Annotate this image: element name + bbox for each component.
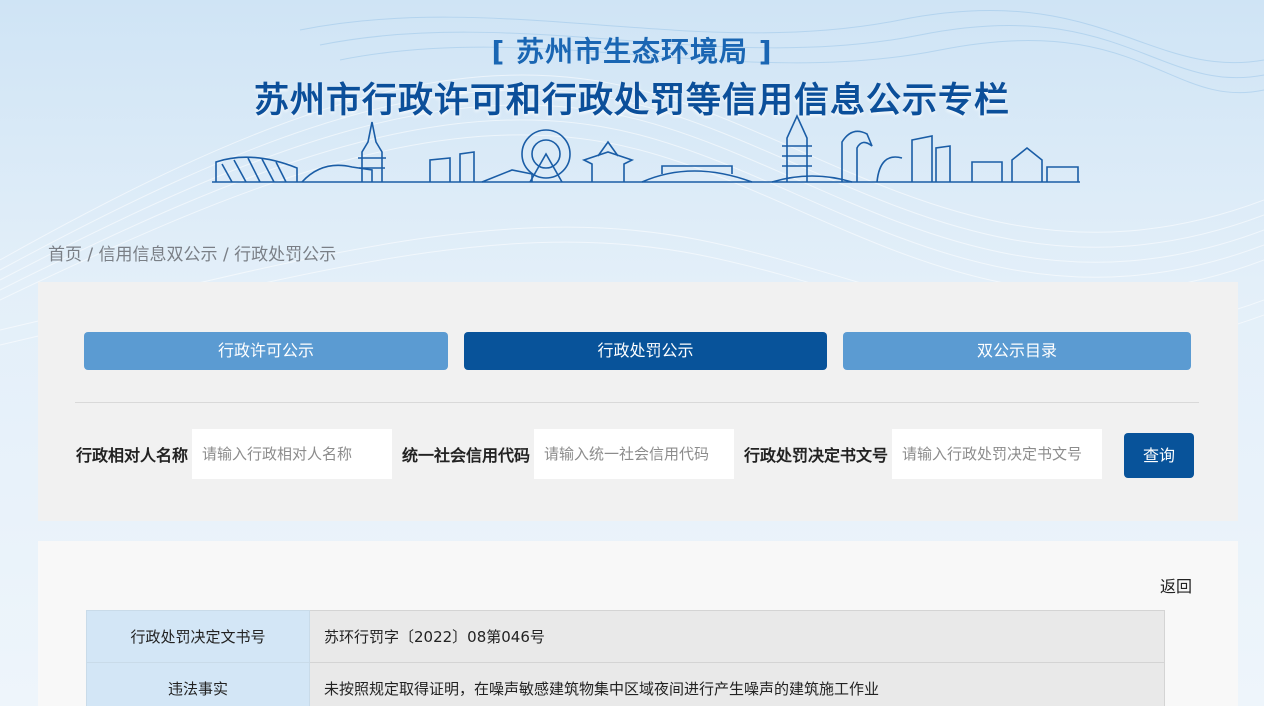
breadcrumb-section-link[interactable]: 信用信息双公示 [99,245,218,265]
back-link[interactable]: 返回 [1160,573,1192,597]
credit-code-input[interactable] [534,429,734,479]
row-value: 苏环行罚字〔2022〕08第046号 [309,610,1165,663]
breadcrumb-separator: / [82,245,99,265]
row-key: 行政处罚决定文书号 [86,610,310,663]
row-key: 违法事实 [86,662,310,706]
table-row: 违法事实 未按照规定取得证明，在噪声敏感建筑物集中区域夜间进行产生噪声的建筑施工… [86,662,1165,706]
tab-administrative-penalty[interactable]: 行政处罚公示 [464,332,827,370]
credit-code-label: 统一社会信用代码 [402,446,531,465]
page: [ 苏州市生态环境局 ] 苏州市行政许可和行政处罚等信用信息公示专栏 首页 / … [0,0,1264,706]
row-value: 未按照规定取得证明，在噪声敏感建筑物集中区域夜间进行产生噪声的建筑施工作业 [309,662,1165,706]
party-name-input[interactable] [192,429,392,479]
penalty-detail-panel: 返回 行政处罚决定文书号 苏环行罚字〔2022〕08第046号 违法事实 未按照… [38,541,1238,706]
breadcrumb: 首页 / 信用信息双公示 / 行政处罚公示 [48,240,336,265]
breadcrumb-home-link[interactable]: 首页 [48,245,82,265]
tab-dual-publicity-catalog[interactable]: 双公示目录 [843,332,1191,370]
breadcrumb-separator: / [217,245,235,265]
party-name-label: 行政相对人名称 [76,446,189,465]
city-skyline-graphic [212,114,1080,183]
breadcrumb-current: 行政处罚公示 [234,245,337,265]
department-name: [ 苏州市生态环境局 ] [491,35,773,68]
table-row: 行政处罚决定文书号 苏环行罚字〔2022〕08第046号 [86,610,1165,663]
search-button[interactable]: 查询 [1124,433,1194,478]
penalty-info-table: 行政处罚决定文书号 苏环行罚字〔2022〕08第046号 违法事实 未按照规定取… [86,610,1165,706]
decision-number-label: 行政处罚决定书文号 [744,446,889,465]
decision-number-input[interactable] [892,429,1102,479]
panel-divider [75,402,1199,403]
tab-administrative-permission[interactable]: 行政许可公示 [84,332,448,370]
search-panel: 行政许可公示 行政处罚公示 双公示目录 行政相对人名称 统一社会信用代码 行政处… [38,282,1238,521]
